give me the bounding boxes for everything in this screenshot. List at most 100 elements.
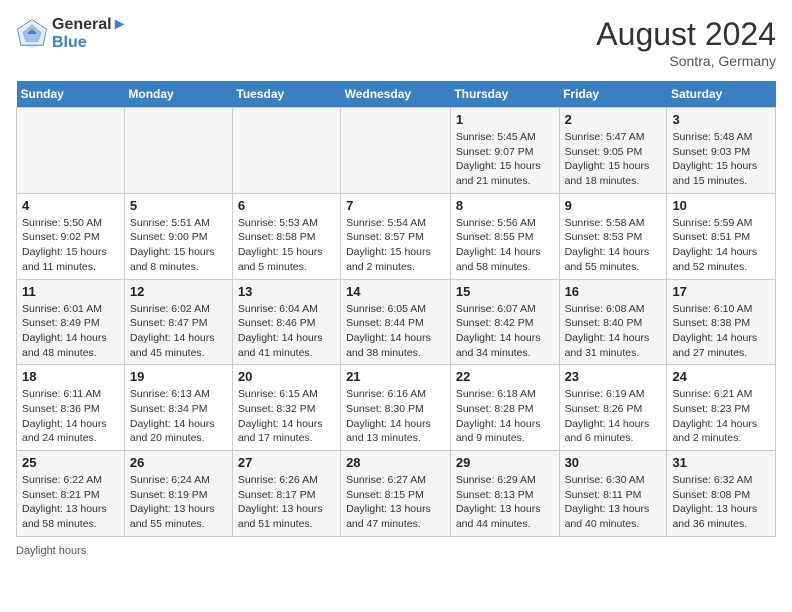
calendar-table: SundayMondayTuesdayWednesdayThursdayFrid… [16,81,776,537]
day-info: Sunrise: 6:22 AMSunset: 8:21 PMDaylight:… [22,473,119,532]
day-header-wednesday: Wednesday [341,81,451,108]
day-number: 17 [672,284,770,299]
day-number: 28 [346,455,445,470]
week-row-3: 11 Sunrise: 6:01 AMSunset: 8:49 PMDayligh… [17,279,776,365]
calendar-cell: 30Sunrise: 6:30 AMSunset: 8:11 PMDayligh… [559,451,667,537]
calendar-cell [124,108,232,194]
day-number: 9 [565,198,662,213]
day-info: Sunrise: 6:18 AMSunset: 8:28 PMDaylight:… [456,387,554,446]
week-row-4: 18 Sunrise: 6:11 AMSunset: 8:36 PMDayligh… [17,365,776,451]
calendar-cell: 26 Sunrise: 6:24 AMSunset: 8:19 PMDayligh… [124,451,232,537]
calendar-cell: 9 Sunrise: 5:58 AMSunset: 8:53 PMDaylight… [559,193,667,279]
day-number: 14 [346,284,445,299]
day-number: 29 [456,455,554,470]
day-info: Sunrise: 6:05 AMSunset: 8:44 PMDaylight:… [346,302,445,361]
day-info: Sunrise: 5:54 AMSunset: 8:57 PMDaylight:… [346,216,445,275]
calendar-cell: 8 Sunrise: 5:56 AMSunset: 8:55 PMDaylight… [450,193,559,279]
day-number: 3 [672,112,770,127]
calendar-cell: 1 Sunrise: 5:45 AMSunset: 9:07 PMDaylight… [450,108,559,194]
day-info: Sunrise: 6:27 AMSunset: 8:15 PMDaylight:… [346,473,445,532]
day-info: Sunrise: 6:21 AMSunset: 8:23 PMDaylight:… [672,387,770,446]
day-number: 8 [456,198,554,213]
day-number: 20 [238,369,335,384]
logo: General► Blue [16,16,127,51]
day-number: 11 [22,284,119,299]
day-info: Sunrise: 6:15 AMSunset: 8:32 PMDaylight:… [238,387,335,446]
footer-text: Daylight hours [16,545,86,557]
day-number: 23 [565,369,662,384]
calendar-cell [341,108,451,194]
calendar-cell: 25 Sunrise: 6:22 AMSunset: 8:21 PMDayligh… [17,451,125,537]
day-info: Sunrise: 5:51 AMSunset: 9:00 PMDaylight:… [130,216,227,275]
day-info: Sunrise: 6:29 AMSunset: 8:13 PMDaylight:… [456,473,554,532]
day-info: Sunrise: 6:16 AMSunset: 8:30 PMDaylight:… [346,387,445,446]
day-number: 7 [346,198,445,213]
day-number: 15 [456,284,554,299]
calendar-cell: 7 Sunrise: 5:54 AMSunset: 8:57 PMDaylight… [341,193,451,279]
day-header-friday: Friday [559,81,667,108]
day-number: 21 [346,369,445,384]
day-info: Sunrise: 6:10 AMSunset: 8:38 PMDaylight:… [672,302,770,361]
day-info: Sunrise: 6:13 AMSunset: 8:34 PMDaylight:… [130,387,227,446]
month-year: August 2024 [596,16,776,53]
day-number: 5 [130,198,227,213]
day-info: Sunrise: 6:19 AMSunset: 8:26 PMDaylight:… [565,387,662,446]
week-row-2: 4Sunrise: 5:50 AMSunset: 9:02 PMDaylight… [17,193,776,279]
calendar-cell: 13 Sunrise: 6:04 AMSunset: 8:46 PMDayligh… [232,279,340,365]
day-number: 25 [22,455,119,470]
day-number: 22 [456,369,554,384]
day-info: Sunrise: 6:04 AMSunset: 8:46 PMDaylight:… [238,302,335,361]
logo-text: General► Blue [52,16,127,51]
day-number: 1 [456,112,554,127]
location: Sontra, Germany [596,53,776,69]
calendar-cell: 3Sunrise: 5:48 AMSunset: 9:03 PMDaylight… [667,108,776,194]
day-number: 2 [565,112,662,127]
calendar-cell: 24 Sunrise: 6:21 AMSunset: 8:23 PMDayligh… [667,365,776,451]
day-info: Sunrise: 5:45 AMSunset: 9:07 PMDaylight:… [456,130,554,189]
calendar-cell: 14 Sunrise: 6:05 AMSunset: 8:44 PMDayligh… [341,279,451,365]
day-number: 24 [672,369,770,384]
week-row-1: 1 Sunrise: 5:45 AMSunset: 9:07 PMDaylight… [17,108,776,194]
day-number: 18 [22,369,119,384]
day-info: Sunrise: 6:07 AMSunset: 8:42 PMDaylight:… [456,302,554,361]
day-info: Sunrise: 5:59 AMSunset: 8:51 PMDaylight:… [672,216,770,275]
calendar-cell: 6Sunrise: 5:53 AMSunset: 8:58 PMDaylight… [232,193,340,279]
day-number: 27 [238,455,335,470]
calendar-cell: 5 Sunrise: 5:51 AMSunset: 9:00 PMDaylight… [124,193,232,279]
day-info: Sunrise: 5:50 AMSunset: 9:02 PMDaylight:… [22,216,119,275]
day-info: Sunrise: 5:47 AMSunset: 9:05 PMDaylight:… [565,130,662,189]
calendar-cell: 16Sunrise: 6:08 AMSunset: 8:40 PMDayligh… [559,279,667,365]
calendar-cell: 11 Sunrise: 6:01 AMSunset: 8:49 PMDayligh… [17,279,125,365]
calendar-cell: 17 Sunrise: 6:10 AMSunset: 8:38 PMDayligh… [667,279,776,365]
day-info: Sunrise: 6:08 AMSunset: 8:40 PMDaylight:… [565,302,662,361]
day-header-saturday: Saturday [667,81,776,108]
calendar-cell: 22 Sunrise: 6:18 AMSunset: 8:28 PMDayligh… [450,365,559,451]
calendar-cell: 23 Sunrise: 6:19 AMSunset: 8:26 PMDayligh… [559,365,667,451]
day-info: Sunrise: 6:02 AMSunset: 8:47 PMDaylight:… [130,302,227,361]
day-info: Sunrise: 6:11 AMSunset: 8:36 PMDaylight:… [22,387,119,446]
calendar-cell: 28 Sunrise: 6:27 AMSunset: 8:15 PMDayligh… [341,451,451,537]
day-header-thursday: Thursday [450,81,559,108]
day-number: 26 [130,455,227,470]
calendar-cell: 4Sunrise: 5:50 AMSunset: 9:02 PMDaylight… [17,193,125,279]
calendar-cell: 29 Sunrise: 6:29 AMSunset: 8:13 PMDayligh… [450,451,559,537]
calendar-cell [232,108,340,194]
calendar-cell: 15 Sunrise: 6:07 AMSunset: 8:42 PMDayligh… [450,279,559,365]
day-info: Sunrise: 6:32 AMSunset: 8:08 PMDaylight:… [672,473,770,532]
day-info: Sunrise: 5:58 AMSunset: 8:53 PMDaylight:… [565,216,662,275]
day-info: Sunrise: 6:01 AMSunset: 8:49 PMDaylight:… [22,302,119,361]
page-header: General► Blue August 2024 Sontra, German… [16,16,776,69]
calendar-cell [17,108,125,194]
calendar-cell: 21 Sunrise: 6:16 AMSunset: 8:30 PMDayligh… [341,365,451,451]
day-info: Sunrise: 5:56 AMSunset: 8:55 PMDaylight:… [456,216,554,275]
day-number: 13 [238,284,335,299]
calendar-cell: 12Sunrise: 6:02 AMSunset: 8:47 PMDayligh… [124,279,232,365]
footer: Daylight hours [16,545,776,557]
logo-icon [16,18,48,50]
day-header-tuesday: Tuesday [232,81,340,108]
day-info: Sunrise: 6:26 AMSunset: 8:17 PMDaylight:… [238,473,335,532]
calendar-cell: 2 Sunrise: 5:47 AMSunset: 9:05 PMDaylight… [559,108,667,194]
day-info: Sunrise: 6:24 AMSunset: 8:19 PMDaylight:… [130,473,227,532]
calendar-cell: 27 Sunrise: 6:26 AMSunset: 8:17 PMDayligh… [232,451,340,537]
day-number: 19 [130,369,227,384]
